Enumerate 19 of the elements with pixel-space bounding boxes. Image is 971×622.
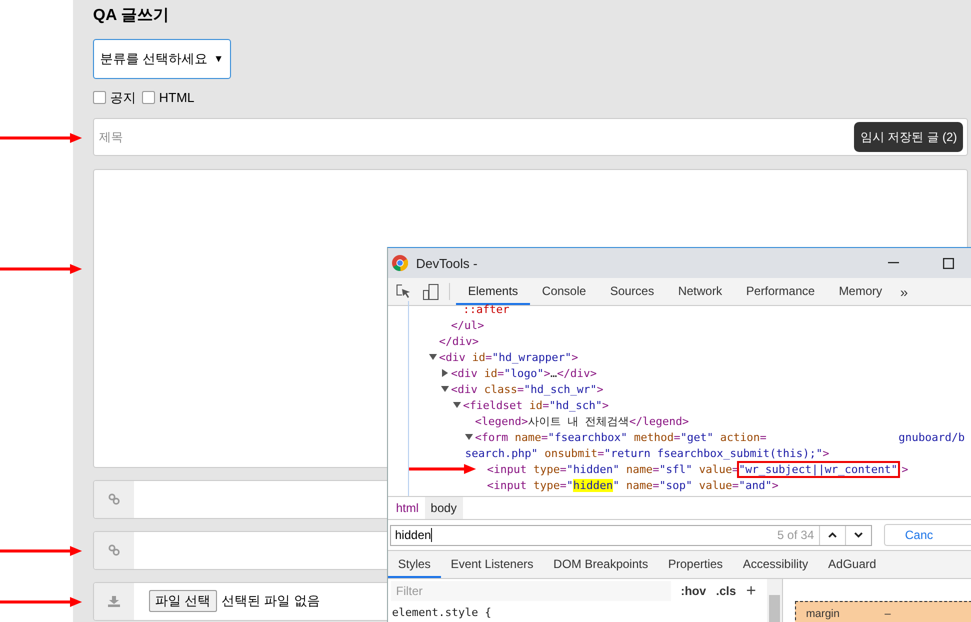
code-line: <fieldset id="hd_sch"> [463,398,609,412]
file-status: 선택된 파일 없음 [222,592,320,610]
window-title: DevTools - [416,256,478,270]
page-title: QA 글쓰기 [93,6,170,26]
code-line: <div class="hd_sch_wr"> [451,382,604,396]
code-line: </div> [439,334,479,348]
style-rule: element.style { [391,605,492,621]
code-line: <form name="fsearchbox" method="get" action= gnuboard/b [475,430,965,444]
code-line: search.php" onsubmit="return fsearchbox_submit(this);"> [465,446,830,460]
code-line: <div id="logo">…</div> [451,366,597,380]
code-line: ::after [463,302,510,316]
checkbox-label: 공지 [110,88,136,107]
code-line: <div id="hd_wrapper"> [439,350,578,364]
box-model-margin: margin – [795,601,971,622]
code-line: </ul> [451,318,484,332]
checkbox-label: HTML [159,90,194,106]
code-line: <input type="hidden" name="sop" value="and"> [487,478,778,492]
code-line: <legend>사이트 내 전체검색</legend> [475,414,689,428]
match-count: 5 of 34 [777,528,815,542]
